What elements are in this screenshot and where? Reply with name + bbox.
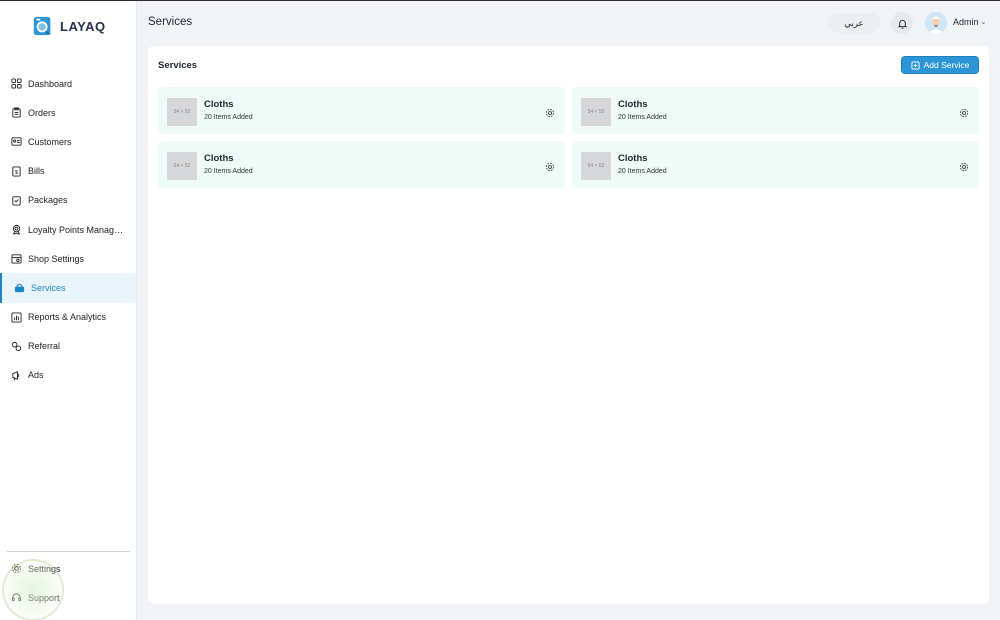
page-title: Services: [148, 16, 193, 28]
chart-icon: [11, 312, 22, 323]
shop-settings-icon: [11, 253, 22, 264]
sidebar-item-label: Loyalty Points Manage...: [28, 224, 124, 235]
service-settings-gear-icon[interactable]: [959, 105, 969, 118]
sidebar-item-support[interactable]: Support: [0, 583, 136, 612]
sidebar-item-label: Referral: [28, 341, 61, 352]
sidebar-item-label: Services: [31, 282, 66, 293]
sidebar-item-label: Dashboard: [28, 78, 73, 89]
sidebar-item-label: Packages: [28, 195, 68, 206]
sidebar-item-orders[interactable]: Orders: [0, 98, 136, 127]
sidebar-item-settings[interactable]: Settings: [0, 554, 136, 583]
service-settings-gear-icon[interactable]: [545, 105, 555, 118]
add-service-label: Add Service: [923, 60, 970, 70]
service-name: Cloths: [618, 99, 648, 110]
service-name: Cloths: [204, 153, 234, 164]
gear-icon: [11, 563, 22, 574]
sidebar-bottom-nav: Settings Support: [0, 554, 136, 612]
language-toggle-button[interactable]: عربي: [828, 13, 880, 33]
chevron-down-icon: ⌄: [980, 19, 987, 26]
bell-icon: [897, 19, 907, 29]
brand[interactable]: LAYAQ: [32, 15, 106, 37]
sidebar-item-reports-analytics[interactable]: Reports & Analytics: [0, 303, 136, 332]
service-card[interactable]: 54 × 52 Cloths 20 Items Added: [572, 87, 979, 134]
services-panel: Services Add Service 54 × 52 Cloths 20 I…: [148, 46, 989, 604]
sidebar-item-referral[interactable]: Referral: [0, 332, 136, 361]
service-thumbnail: 54 × 52: [167, 98, 197, 126]
plus-square-icon: [911, 60, 920, 70]
id-card-icon: [11, 136, 22, 147]
dashboard-icon: [11, 78, 22, 89]
service-item-count: 20 Items Added: [618, 114, 667, 121]
sidebar-item-loyalty-points[interactable]: Loyalty Points Manage...: [0, 215, 136, 244]
sidebar-item-customers[interactable]: Customers: [0, 127, 136, 156]
user-name: Admin: [953, 17, 979, 27]
service-name: Cloths: [618, 153, 648, 164]
service-thumbnail: 54 × 52: [581, 98, 611, 126]
sidebar-item-label: Shop Settings: [28, 253, 85, 264]
user-avatar-icon: [925, 12, 947, 34]
sidebar-item-ads[interactable]: Ads: [0, 361, 136, 390]
megaphone-icon: [11, 370, 22, 381]
package-icon: [11, 195, 22, 206]
service-item-count: 20 Items Added: [204, 168, 253, 175]
headset-icon: [11, 592, 22, 603]
user-menu[interactable]: Admin ⌄: [953, 17, 986, 27]
sidebar-item-label: Ads: [28, 370, 44, 381]
brand-name: LAYAQ: [60, 18, 106, 34]
sidebar-item-packages[interactable]: Packages: [0, 186, 136, 215]
svg-text:$: $: [15, 169, 18, 175]
sidebar-divider: [7, 551, 130, 552]
service-card[interactable]: 54 × 52 Cloths 20 Items Added: [158, 87, 565, 134]
service-thumbnail: 54 × 52: [581, 152, 611, 180]
service-item-count: 20 Items Added: [204, 114, 253, 121]
service-thumbnail: 54 × 52: [167, 152, 197, 180]
sidebar-item-shop-settings[interactable]: Shop Settings: [0, 244, 136, 273]
sidebar-item-services[interactable]: Services: [0, 273, 136, 303]
sidebar-item-label: Settings: [28, 563, 61, 574]
sidebar-item-label: Support: [28, 592, 60, 603]
service-item-count: 20 Items Added: [618, 168, 667, 175]
avatar[interactable]: [925, 12, 947, 34]
service-card[interactable]: 54 × 52 Cloths 20 Items Added: [158, 141, 565, 188]
sidebar-item-label: Reports & Analytics: [28, 312, 107, 323]
window-top-border: [0, 0, 1000, 1]
notifications-button[interactable]: [891, 12, 913, 34]
sidebar-item-label: Customers: [28, 136, 72, 147]
service-card[interactable]: 54 × 52 Cloths 20 Items Added: [572, 141, 979, 188]
service-settings-gear-icon[interactable]: [545, 159, 555, 172]
washing-machine-logo-icon: [33, 16, 53, 36]
service-name: Cloths: [204, 99, 234, 110]
sidebar-item-label: Orders: [28, 107, 56, 118]
link-icon: [11, 341, 22, 352]
services-grid: 54 × 52 Cloths 20 Items Added 54 × 52 Cl…: [158, 87, 979, 188]
sidebar-nav: Dashboard Orders Customers $ Bills Packa…: [0, 69, 136, 390]
sidebar-item-bills[interactable]: $ Bills: [0, 157, 136, 186]
clipboard-icon: [11, 107, 22, 118]
sidebar: LAYAQ Dashboard Orders Customers $ Bills…: [0, 1, 137, 620]
basket-icon: [14, 282, 25, 293]
sidebar-item-dashboard[interactable]: Dashboard: [0, 69, 136, 98]
dollar-receipt-icon: $: [11, 166, 22, 177]
add-service-button[interactable]: Add Service: [901, 56, 979, 74]
service-settings-gear-icon[interactable]: [959, 159, 969, 172]
sidebar-item-label: Bills: [28, 166, 45, 177]
award-icon: [11, 224, 22, 235]
section-title: Services: [158, 60, 198, 71]
